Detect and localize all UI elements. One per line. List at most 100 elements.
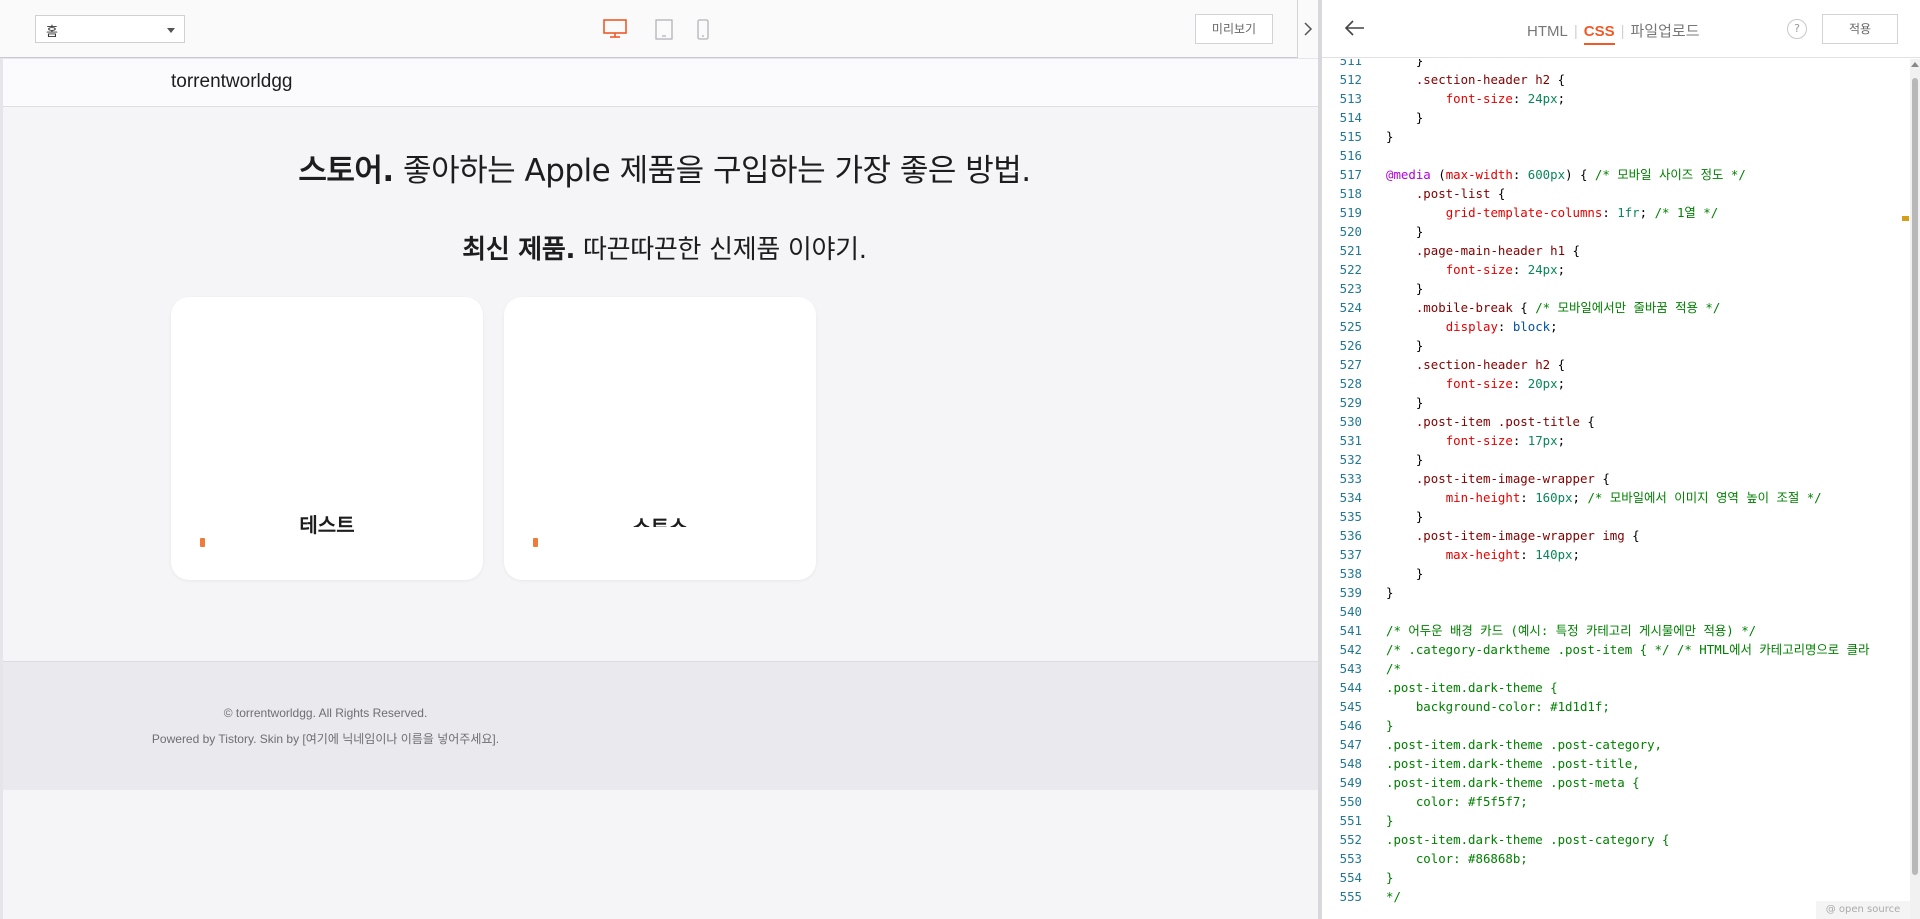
code-text: } [1386, 110, 1424, 125]
code-line[interactable]: 530 .post-item .post-title { [1322, 412, 1910, 431]
code-line[interactable]: 532 } [1322, 450, 1910, 469]
code-line[interactable]: 546} [1322, 716, 1910, 735]
line-number: 533 [1339, 471, 1362, 486]
code-text: /* [1386, 661, 1401, 676]
apply-button[interactable]: 적용 [1822, 14, 1898, 44]
code-text: /* 어두운 배경 카드 (예시: 특정 카테고리 게시물에만 적용) */ [1386, 623, 1757, 638]
code-line[interactable]: 552 .post-item.dark-theme .post-category … [1322, 830, 1910, 849]
code-line[interactable]: 516 [1322, 146, 1910, 165]
code-line[interactable]: 543 /* [1322, 659, 1910, 678]
code-line[interactable]: 523 } [1322, 279, 1910, 298]
code-line[interactable]: 529 } [1322, 393, 1910, 412]
post-card[interactable]: 테스트 [171, 297, 483, 580]
code-line[interactable]: 545 background-color: #1d1d1f; [1322, 697, 1910, 716]
post-card[interactable]: 스토스 [504, 297, 816, 580]
code-line[interactable]: 531 font-size: 17px; [1322, 431, 1910, 450]
code-text: display: block; [1445, 319, 1558, 334]
code-line[interactable]: 548 .post-item.dark-theme .post-title, [1322, 754, 1910, 773]
line-number: 511 [1339, 59, 1362, 68]
line-number: 525 [1339, 319, 1362, 334]
code-text: .post-item.dark-theme .post-category, [1386, 737, 1663, 752]
code-line[interactable]: 553 color: #86868b; [1322, 849, 1910, 868]
section-headline: 최신 제품. 따끈따끈한 신제품 이야기. [3, 229, 1318, 266]
page-bottom [3, 790, 1318, 919]
code-line[interactable]: 528 font-size: 20px; [1322, 374, 1910, 393]
collapse-panel-button[interactable] [1297, 0, 1318, 58]
line-number: 554 [1339, 870, 1362, 885]
code-text: max-height: 140px; [1445, 547, 1580, 562]
code-line[interactable]: 544 .post-item.dark-theme { [1322, 678, 1910, 697]
code-text: } [1386, 129, 1394, 144]
line-number: 544 [1339, 680, 1362, 695]
desktop-icon[interactable] [603, 19, 627, 43]
code-text: .post-item.dark-theme .post-title, [1386, 756, 1640, 771]
code-line[interactable]: 550 color: #f5f5f7; [1322, 792, 1910, 811]
line-number: 549 [1339, 775, 1362, 790]
site-name[interactable]: torrentworldgg [171, 71, 292, 93]
post-title: 스토스 [504, 516, 816, 527]
editor-toolbar: HTML | CSS | 파일업로드 ? 적용 [1322, 0, 1920, 58]
category-dot [200, 538, 205, 547]
code-line[interactable]: 554} [1322, 868, 1910, 887]
code-line[interactable]: 522 font-size: 24px; [1322, 260, 1910, 279]
code-line[interactable]: 520 } [1322, 222, 1910, 241]
code-line[interactable]: 534 min-height: 160px; /* 모바일에서 이미지 영역 높… [1322, 488, 1910, 507]
tablet-icon[interactable] [655, 19, 673, 44]
scroll-up-arrow-icon[interactable] [1911, 62, 1919, 67]
code-line[interactable]: 511 } [1322, 59, 1910, 70]
line-number: 550 [1339, 794, 1362, 809]
code-line[interactable]: 527 .section-header h2 { [1322, 355, 1910, 374]
line-number: 515 [1339, 129, 1362, 144]
code-line[interactable]: 547 .post-item.dark-theme .post-category, [1322, 735, 1910, 754]
editor-scroll-thumb[interactable] [1912, 78, 1918, 875]
code-line[interactable]: 513 font-size: 24px; [1322, 89, 1910, 108]
code-line[interactable]: 518 .post-list { [1322, 184, 1910, 203]
footer-copyright: © torrentworldgg. All Rights Reserved. [223, 706, 428, 720]
blog-preview: torrentworldgg 스토어. 좋아하는 Apple 제품을 구입하는 … [3, 59, 1318, 919]
line-number: 545 [1339, 699, 1362, 714]
code-line[interactable]: 541 /* 어두운 배경 카드 (예시: 특정 카테고리 게시물에만 적용) *… [1322, 621, 1910, 640]
open-source-link[interactable]: @ open source [1816, 901, 1910, 919]
preview-toolbar: 홈 미리보기 [0, 0, 1318, 58]
code-line[interactable]: 519 grid-template-columns: 1fr; /* 1열 */ [1322, 203, 1910, 222]
code-line[interactable]: 525 display: block; [1322, 317, 1910, 336]
code-text: font-size: 24px; [1445, 262, 1566, 277]
css-code-editor[interactable]: 511 } 512 .section-header h2 {513 font-si… [1322, 59, 1910, 919]
code-line[interactable]: 514 } [1322, 108, 1910, 127]
line-number: 537 [1339, 547, 1362, 562]
help-icon[interactable]: ? [1787, 19, 1807, 39]
line-number: 552 [1339, 832, 1362, 847]
tab-html[interactable]: HTML [1527, 23, 1568, 40]
page-select[interactable]: 홈 [35, 15, 185, 43]
page-select-value: 홈 [46, 25, 58, 40]
code-line[interactable]: 539} [1322, 583, 1910, 602]
code-line[interactable]: 526 } [1322, 336, 1910, 355]
code-line[interactable]: 538 } [1322, 564, 1910, 583]
code-line[interactable]: 535 } [1322, 507, 1910, 526]
mobile-icon[interactable] [697, 19, 709, 44]
line-number: 527 [1339, 357, 1362, 372]
line-number: 547 [1339, 737, 1362, 752]
back-arrow-icon[interactable] [1344, 18, 1366, 42]
code-line[interactable]: 515} [1322, 127, 1910, 146]
code-line[interactable]: 533 .post-item-image-wrapper { [1322, 469, 1910, 488]
code-line[interactable]: 521 .page-main-header h1 { [1322, 241, 1910, 260]
code-line[interactable]: 524 .mobile-break { /* 모바일에서만 줄바꿈 적용 */ [1322, 298, 1910, 317]
line-number: 521 [1339, 243, 1362, 258]
code-line[interactable]: 540 [1322, 602, 1910, 621]
code-line[interactable]: 512 .section-header h2 { [1322, 70, 1910, 89]
tab-css[interactable]: CSS [1583, 23, 1615, 45]
tab-file-upload[interactable]: 파일업로드 [1631, 20, 1700, 41]
code-line[interactable]: 542 /* .category-darktheme .post-item { *… [1322, 640, 1910, 659]
line-number: 540 [1339, 604, 1362, 619]
preview-button[interactable]: 미리보기 [1195, 14, 1273, 44]
code-line[interactable]: 536 .post-item-image-wrapper img { [1322, 526, 1910, 545]
category-dot [533, 538, 538, 547]
code-line[interactable]: 549 .post-item.dark-theme .post-meta { [1322, 773, 1910, 792]
subheadline-rest: 따끈따끈한 신제품 이야기. [575, 235, 867, 265]
code-text: min-height: 160px; /* 모바일에서 이미지 영역 높이 조절… [1445, 490, 1822, 505]
code-line[interactable]: 551} [1322, 811, 1910, 830]
code-line[interactable]: 517 @media (max-width: 600px) { /* 모바일 사이… [1322, 165, 1910, 184]
line-number: 517 [1339, 167, 1362, 182]
code-line[interactable]: 537 max-height: 140px; [1322, 545, 1910, 564]
